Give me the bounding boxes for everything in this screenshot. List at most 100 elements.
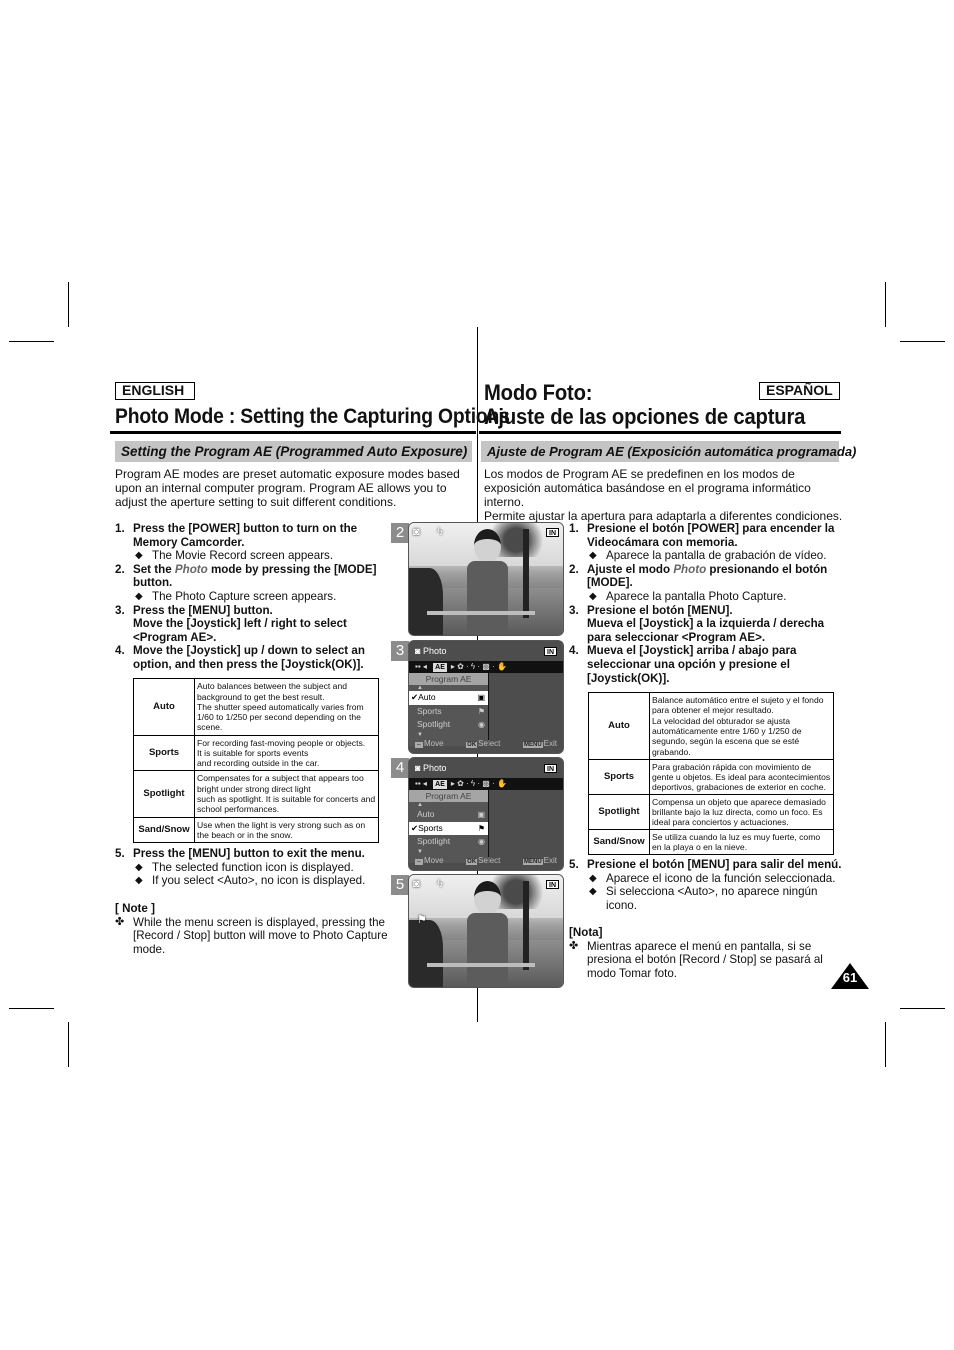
step-text: Mueva el [Joystick] arriba / abajo para … [587,644,797,685]
step-bullet: If you select <Auto>, no icon is display… [152,874,366,888]
table-row: Auto Auto balances between the subject an… [133,678,379,736]
english-note: [ Note ] ✤ While the menu screen is displ… [115,902,390,956]
spanish-step-2: 2. Ajuste el modo Photo presionando el bo… [569,563,839,604]
camera-mode-icon: ◙ [413,526,420,538]
crop-mark [885,1022,886,1067]
step-text: Ajuste el modo [587,562,674,576]
crop-mark [9,341,54,342]
exit-hint: MENU Exit [522,739,557,748]
select-hint: OK Select [466,856,501,865]
diamond-bullet-icon: ◆ [589,886,597,898]
spanish-step-5: 5. Presione el botón [MENU] para salir de… [569,858,844,912]
english-step-4: 4. Move the [Joystick] up / down to selec… [115,644,377,671]
mode-name: Spotlight [133,770,195,818]
step-number: 2. [115,562,125,576]
move-hint: ⇔ Move [415,739,444,748]
photo-mode-word: Photo [174,562,208,576]
table-row: Sports Para grabación rápida con movimien… [588,759,834,795]
step-text: Press the [MENU] button. [133,603,273,617]
joystick-icon: ⇔ [415,859,423,865]
screen-step-number: 3 [391,641,409,661]
menu-item-sports[interactable]: ✔Sports ⚑ [409,821,488,835]
step-text: Presione el botón [MENU]. [587,603,733,617]
spanish-step-4: 4. Mueva el [Joystick] arriba / abajo par… [569,644,839,685]
mode-name: Auto [588,692,650,760]
auto-icon: ▣ [477,810,485,819]
step-text: Mueva el [Joystick] a la izquierda / der… [587,617,825,644]
english-step-5-block: 5. Press the [MENU] button to exit the me… [115,847,390,888]
step-number: 5. [569,858,579,871]
mode-name: Sand/Snow [588,829,650,855]
step-text: Presione el botón [MENU] para salir del … [587,858,842,871]
battery-memory-indicator: IN [546,528,559,537]
step-text: Press the [MENU] button to exit the menu… [133,847,365,860]
menu-item-auto[interactable]: Auto ▣ [409,808,488,822]
spanish-title-line1: Modo Foto: [484,380,593,405]
select-hint: OK Select [466,739,501,748]
step-text: Press the [POWER] button to turn on the … [133,522,358,549]
menu-item-spotlight[interactable]: Spotlight ◉ [409,835,488,849]
program-ae-menu-screen-sports: ◙ Photo IN ▪▪ ◂ AE ▸ ✿ · ϟ · ▩ · ✋ Progra… [408,757,564,871]
menu-item-sports[interactable]: Sports ⚑ [409,705,488,719]
battery-memory-indicator: IN [544,764,557,773]
mode-label: Photo [422,646,447,656]
program-ae-tab[interactable]: AE [433,663,447,672]
english-title-rule [110,431,476,434]
joystick-icon: ⇔ [415,742,423,748]
step-bullet: The selected function icon is displayed. [152,860,354,874]
move-hint: ⇔ Move [415,856,444,865]
note-text: Mientras aparece el menú en pantalla, si… [587,939,823,980]
auto-icon: ▣ [477,693,485,702]
program-ae-menu-screen-auto: ◙ Photo IN ▪▪ ◂ AE ▸ ✿ · ϟ · ▩ · ✋ Progra… [408,640,564,754]
sports-icon: ⚑ [477,706,485,716]
note-heading: [ Note ] [115,902,155,915]
menu-item-spotlight[interactable]: Spotlight ◉ [409,718,488,732]
screen-step-number: 4 [391,758,409,778]
spanish-title-line2: Ajuste de las opciones de captura [484,404,806,429]
menu-footer: ⇔ Move OK Select MENU Exit [409,852,563,870]
photo-mode-word: Photo [673,562,707,576]
spotlight-icon: ◉ [478,720,485,729]
mode-name: Sports [133,735,195,771]
program-ae-tab[interactable]: AE [433,780,447,789]
mode-name: Sports [588,759,650,795]
photo-capture-screen: ◙ ϟ IN [408,522,564,636]
step-bullet: Aparece el icono de la función seleccion… [606,871,836,885]
step-number: 1. [115,522,125,535]
mode-description: Compensa un objeto que aparece demasiado… [649,794,834,830]
mode-label: Photo [422,763,447,773]
step-number: 4. [569,644,579,658]
mode-name: Sand/Snow [133,817,195,843]
spanish-step-1: 1. Presione el botón [POWER] para encende… [569,522,839,563]
diamond-bullet-icon: ◆ [135,861,143,873]
mode-description: For recording fast-moving people or obje… [194,735,379,771]
english-section-heading: Setting the Program AE (Programmed Auto … [115,441,472,462]
screen-step-number: 5 [391,875,409,895]
note-text: While the menu screen is displayed, pres… [133,915,388,956]
mode-description: Se utiliza cuando la luz es muy fuerte, … [649,829,834,855]
mode-name: Auto [133,678,195,736]
spanish-section-heading: Ajuste de Program AE (Exposición automát… [481,441,856,462]
menu-title: Program AE [409,790,488,802]
battery-memory-indicator: IN [546,880,559,889]
mode-description: Balance automático entre el sujeto y el … [649,692,834,760]
flash-icon: ϟ [437,878,443,890]
table-row: Sand/Snow Se utiliza cuando la luz es muy… [588,829,834,855]
spanish-language-badge: ESPAÑOL [759,382,840,400]
mode-name: Spotlight [588,794,650,830]
spotlight-icon: ◉ [478,837,485,846]
camera-icon: ◙ [415,763,423,773]
english-step-5: 5. Press the [MENU] button to exit the me… [115,847,390,888]
diamond-bullet-icon: ◆ [589,550,597,562]
spanish-title-rule [479,431,841,434]
crop-mark [9,1008,54,1009]
crop-mark [885,282,886,327]
step-number: 3. [115,603,125,617]
spanish-note: [Nota] ✤ Mientras aparece el menú en pant… [569,926,829,980]
child-photo [464,528,510,635]
mode-description: Use when the light is very strong such a… [194,817,379,843]
menu-item-auto[interactable]: ✔Auto ▣ [409,691,488,705]
step-text: Presione el botón [POWER] para encender … [587,522,835,549]
english-step-2: 2. Set the Photo mode by pressing the [MO… [115,563,377,604]
table-row: Sports For recording fast-moving people o… [133,735,379,771]
